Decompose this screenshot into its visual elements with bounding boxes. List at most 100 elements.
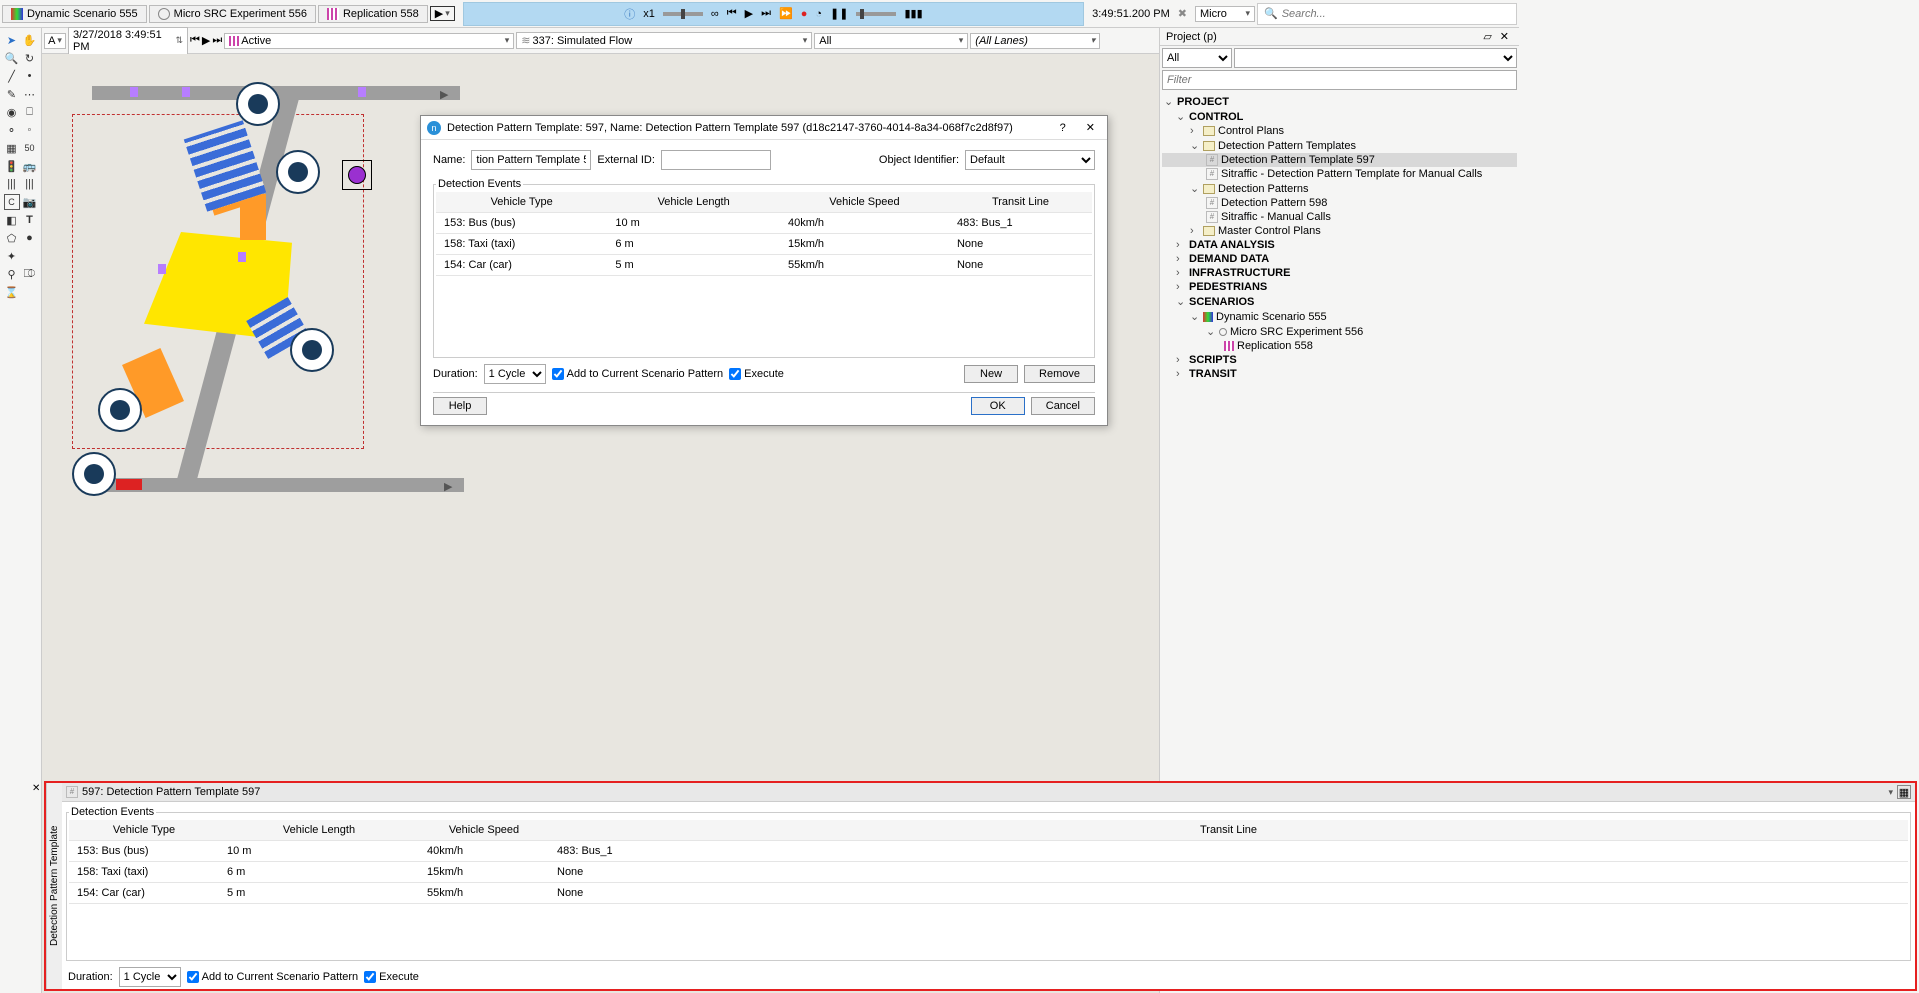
camera-tool-icon[interactable]: 📷 bbox=[22, 194, 38, 210]
target-tool-icon[interactable]: ◉ bbox=[4, 104, 20, 120]
tree-node-dyn-scen[interactable]: ⌄Dynamic Scenario 555 bbox=[1162, 309, 1517, 324]
pan-tool-icon[interactable]: ✋ bbox=[22, 32, 38, 48]
close-icon[interactable]: ✕ bbox=[1080, 121, 1101, 134]
datetime-input[interactable]: 3/27/2018 3:49:51 PM⇅ bbox=[68, 27, 188, 55]
tree-node-dp598[interactable]: #Detection Pattern 598 bbox=[1162, 196, 1517, 210]
circle-tool-icon[interactable]: ● bbox=[22, 230, 38, 246]
name-input[interactable] bbox=[471, 150, 591, 170]
node-tool-icon[interactable]: ◦ bbox=[22, 122, 38, 138]
bottom-add-pattern-checkbox[interactable]: Add to Current Scenario Pattern bbox=[187, 971, 359, 983]
table-row[interactable]: 154: Car (car)5 m55km/hNone bbox=[69, 883, 1908, 904]
col-vehicle-type[interactable]: Vehicle Type bbox=[436, 192, 607, 213]
tab-dynamic-scenario[interactable]: Dynamic Scenario 555 bbox=[2, 5, 147, 23]
external-id-input[interactable] bbox=[661, 150, 771, 170]
col-transit-line[interactable]: Transit Line bbox=[949, 192, 1092, 213]
progress-slider[interactable] bbox=[856, 12, 896, 16]
bus-tool-icon[interactable]: 🚌 bbox=[22, 158, 38, 174]
flow-dropdown[interactable]: ≋337: Simulated Flow▾ bbox=[516, 32, 812, 49]
close-sim-icon[interactable]: ✖ bbox=[1172, 7, 1193, 20]
star-tool-icon[interactable]: ✦ bbox=[4, 248, 20, 264]
filter-dropdown[interactable]: All▾ bbox=[814, 33, 968, 49]
tree-node-sitraffic-manual[interactable]: #Sitraffic - Manual Calls bbox=[1162, 210, 1517, 224]
wand-tool-icon[interactable]: ⚲ bbox=[4, 266, 20, 282]
map-mode-dropdown[interactable]: A▾ bbox=[44, 33, 66, 49]
pen-tool-icon[interactable]: ✎ bbox=[4, 86, 20, 102]
tree-node-dpt-597[interactable]: #Detection Pattern Template 597 bbox=[1162, 153, 1517, 167]
tree-node-control-plans[interactable]: ›Control Plans bbox=[1162, 124, 1517, 138]
ok-button[interactable]: OK bbox=[971, 397, 1025, 415]
table-row[interactable]: 153: Bus (bus)10 m40km/h483: Bus_1 bbox=[69, 841, 1908, 862]
col-transit-line[interactable]: Transit Line bbox=[549, 820, 1908, 841]
tree-node-master-cp[interactable]: ›Master Control Plans bbox=[1162, 224, 1517, 238]
nav-fwd-icon[interactable]: ⏭ bbox=[212, 34, 222, 47]
tree-node-project[interactable]: ⌄PROJECT bbox=[1162, 94, 1517, 109]
table-row[interactable]: 153: Bus (bus)10 m40km/h483: Bus_1 bbox=[436, 213, 1092, 234]
cancel-button[interactable]: Cancel bbox=[1031, 397, 1095, 415]
skip-back-icon[interactable]: ⏮ bbox=[727, 7, 737, 20]
table-row[interactable]: 158: Taxi (taxi)6 m15km/hNone bbox=[69, 862, 1908, 883]
blank-tool-icon[interactable] bbox=[22, 248, 38, 264]
col-vehicle-speed[interactable]: Vehicle Speed bbox=[780, 192, 949, 213]
dot-tool-icon[interactable]: • bbox=[22, 68, 38, 84]
tree-node-infrastructure[interactable]: ›INFRASTRUCTURE bbox=[1162, 266, 1517, 280]
tree-node-scripts[interactable]: ›SCRIPTS bbox=[1162, 353, 1517, 367]
blank2-tool-icon[interactable] bbox=[22, 284, 38, 300]
table-row[interactable]: 154: Car (car)5 m55km/hNone bbox=[436, 255, 1092, 276]
col-vehicle-speed[interactable]: Vehicle Speed bbox=[419, 820, 549, 841]
project-filter-value[interactable] bbox=[1234, 48, 1517, 68]
rotate-tool-icon[interactable]: ↻ bbox=[22, 50, 38, 66]
play-dropdown[interactable]: ▶ ▾ bbox=[430, 6, 455, 21]
filter-tool-icon[interactable]: ⎄ bbox=[22, 266, 38, 282]
remove-button[interactable]: Remove bbox=[1024, 365, 1095, 383]
hourglass-tool-icon[interactable]: ⌛ bbox=[4, 284, 20, 300]
state-dropdown[interactable]: Active▾ bbox=[224, 33, 514, 49]
search-field[interactable] bbox=[1282, 8, 1510, 20]
cube-tool-icon[interactable]: ◧ bbox=[4, 212, 20, 228]
skip-fwd-icon[interactable]: ⏭ bbox=[761, 7, 771, 20]
fast-fwd-icon[interactable]: ⏩ bbox=[779, 7, 793, 20]
tree-node-dpt[interactable]: ⌄Detection Pattern Templates bbox=[1162, 138, 1517, 153]
bottom-execute-checkbox[interactable]: Execute bbox=[364, 971, 419, 983]
signal-tool-icon[interactable]: ⚬ bbox=[4, 122, 20, 138]
tree-node-pedestrians[interactable]: ›PEDESTRIANS bbox=[1162, 280, 1517, 294]
number-tool-icon[interactable]: 50 bbox=[22, 140, 38, 156]
dialog-titlebar[interactable]: n Detection Pattern Template: 597, Name:… bbox=[421, 116, 1107, 140]
tree-node-data-analysis[interactable]: ›DATA ANALYSIS bbox=[1162, 238, 1517, 252]
nav-back-icon[interactable]: ⏮ bbox=[190, 34, 200, 47]
chevron-down-icon[interactable]: ▾ bbox=[1888, 787, 1893, 798]
bracket-tool-icon[interactable]: ⎕ bbox=[22, 104, 38, 120]
bars1-tool-icon[interactable]: ||| bbox=[4, 176, 20, 192]
clock-icon[interactable]: ◔ bbox=[815, 8, 822, 20]
speed-slider[interactable] bbox=[663, 12, 703, 16]
arrow-tool-icon[interactable]: ➤ bbox=[4, 32, 20, 48]
execute-checkbox[interactable]: Execute bbox=[729, 368, 784, 380]
bottom-side-label[interactable]: Detection Pattern Template bbox=[46, 783, 62, 989]
project-filter-input[interactable] bbox=[1162, 70, 1517, 90]
pentagon-tool-icon[interactable]: ⬠ bbox=[4, 230, 20, 246]
pause-icon[interactable]: ❚❚ bbox=[830, 7, 848, 20]
tree-node-demand-data[interactable]: ›DEMAND DATA bbox=[1162, 252, 1517, 266]
bars-icon[interactable]: ▮▮▮ bbox=[904, 7, 922, 20]
table-row[interactable]: 158: Taxi (taxi)6 m15km/hNone bbox=[436, 234, 1092, 255]
dots-tool-icon[interactable]: ⋯ bbox=[22, 86, 38, 102]
tree-node-replication[interactable]: Replication 558 bbox=[1162, 339, 1517, 353]
tree-node-micro-exp[interactable]: ⌄Micro SRC Experiment 556 bbox=[1162, 324, 1517, 339]
record-icon[interactable]: ● bbox=[801, 8, 808, 20]
grid-tool-icon[interactable]: ▦ bbox=[4, 140, 20, 156]
search-input[interactable]: 🔍 bbox=[1257, 3, 1517, 25]
lanes-dropdown[interactable]: (All Lanes)▾ bbox=[970, 33, 1100, 49]
bars2-tool-icon[interactable]: ||| bbox=[22, 176, 38, 192]
project-filter-type[interactable]: All bbox=[1162, 48, 1232, 68]
text-tool-icon[interactable]: T bbox=[22, 212, 38, 228]
duration-select[interactable]: 1 Cycle bbox=[484, 364, 546, 384]
tree-node-dpatterns[interactable]: ⌄Detection Patterns bbox=[1162, 181, 1517, 196]
grid-icon[interactable]: ▦ bbox=[1897, 785, 1911, 799]
help-button[interactable]: Help bbox=[433, 397, 487, 415]
c-tool-icon[interactable]: C bbox=[4, 194, 20, 210]
maximize-icon[interactable]: ▱ bbox=[1479, 30, 1495, 43]
add-pattern-checkbox[interactable]: Add to Current Scenario Pattern bbox=[552, 368, 724, 380]
sim-mode-dropdown[interactable]: Micro ▾ bbox=[1195, 6, 1255, 22]
bottom-close-icon[interactable]: ✕ bbox=[32, 783, 40, 794]
tree-node-control[interactable]: ⌄CONTROL bbox=[1162, 109, 1517, 124]
col-vehicle-type[interactable]: Vehicle Type bbox=[69, 820, 219, 841]
